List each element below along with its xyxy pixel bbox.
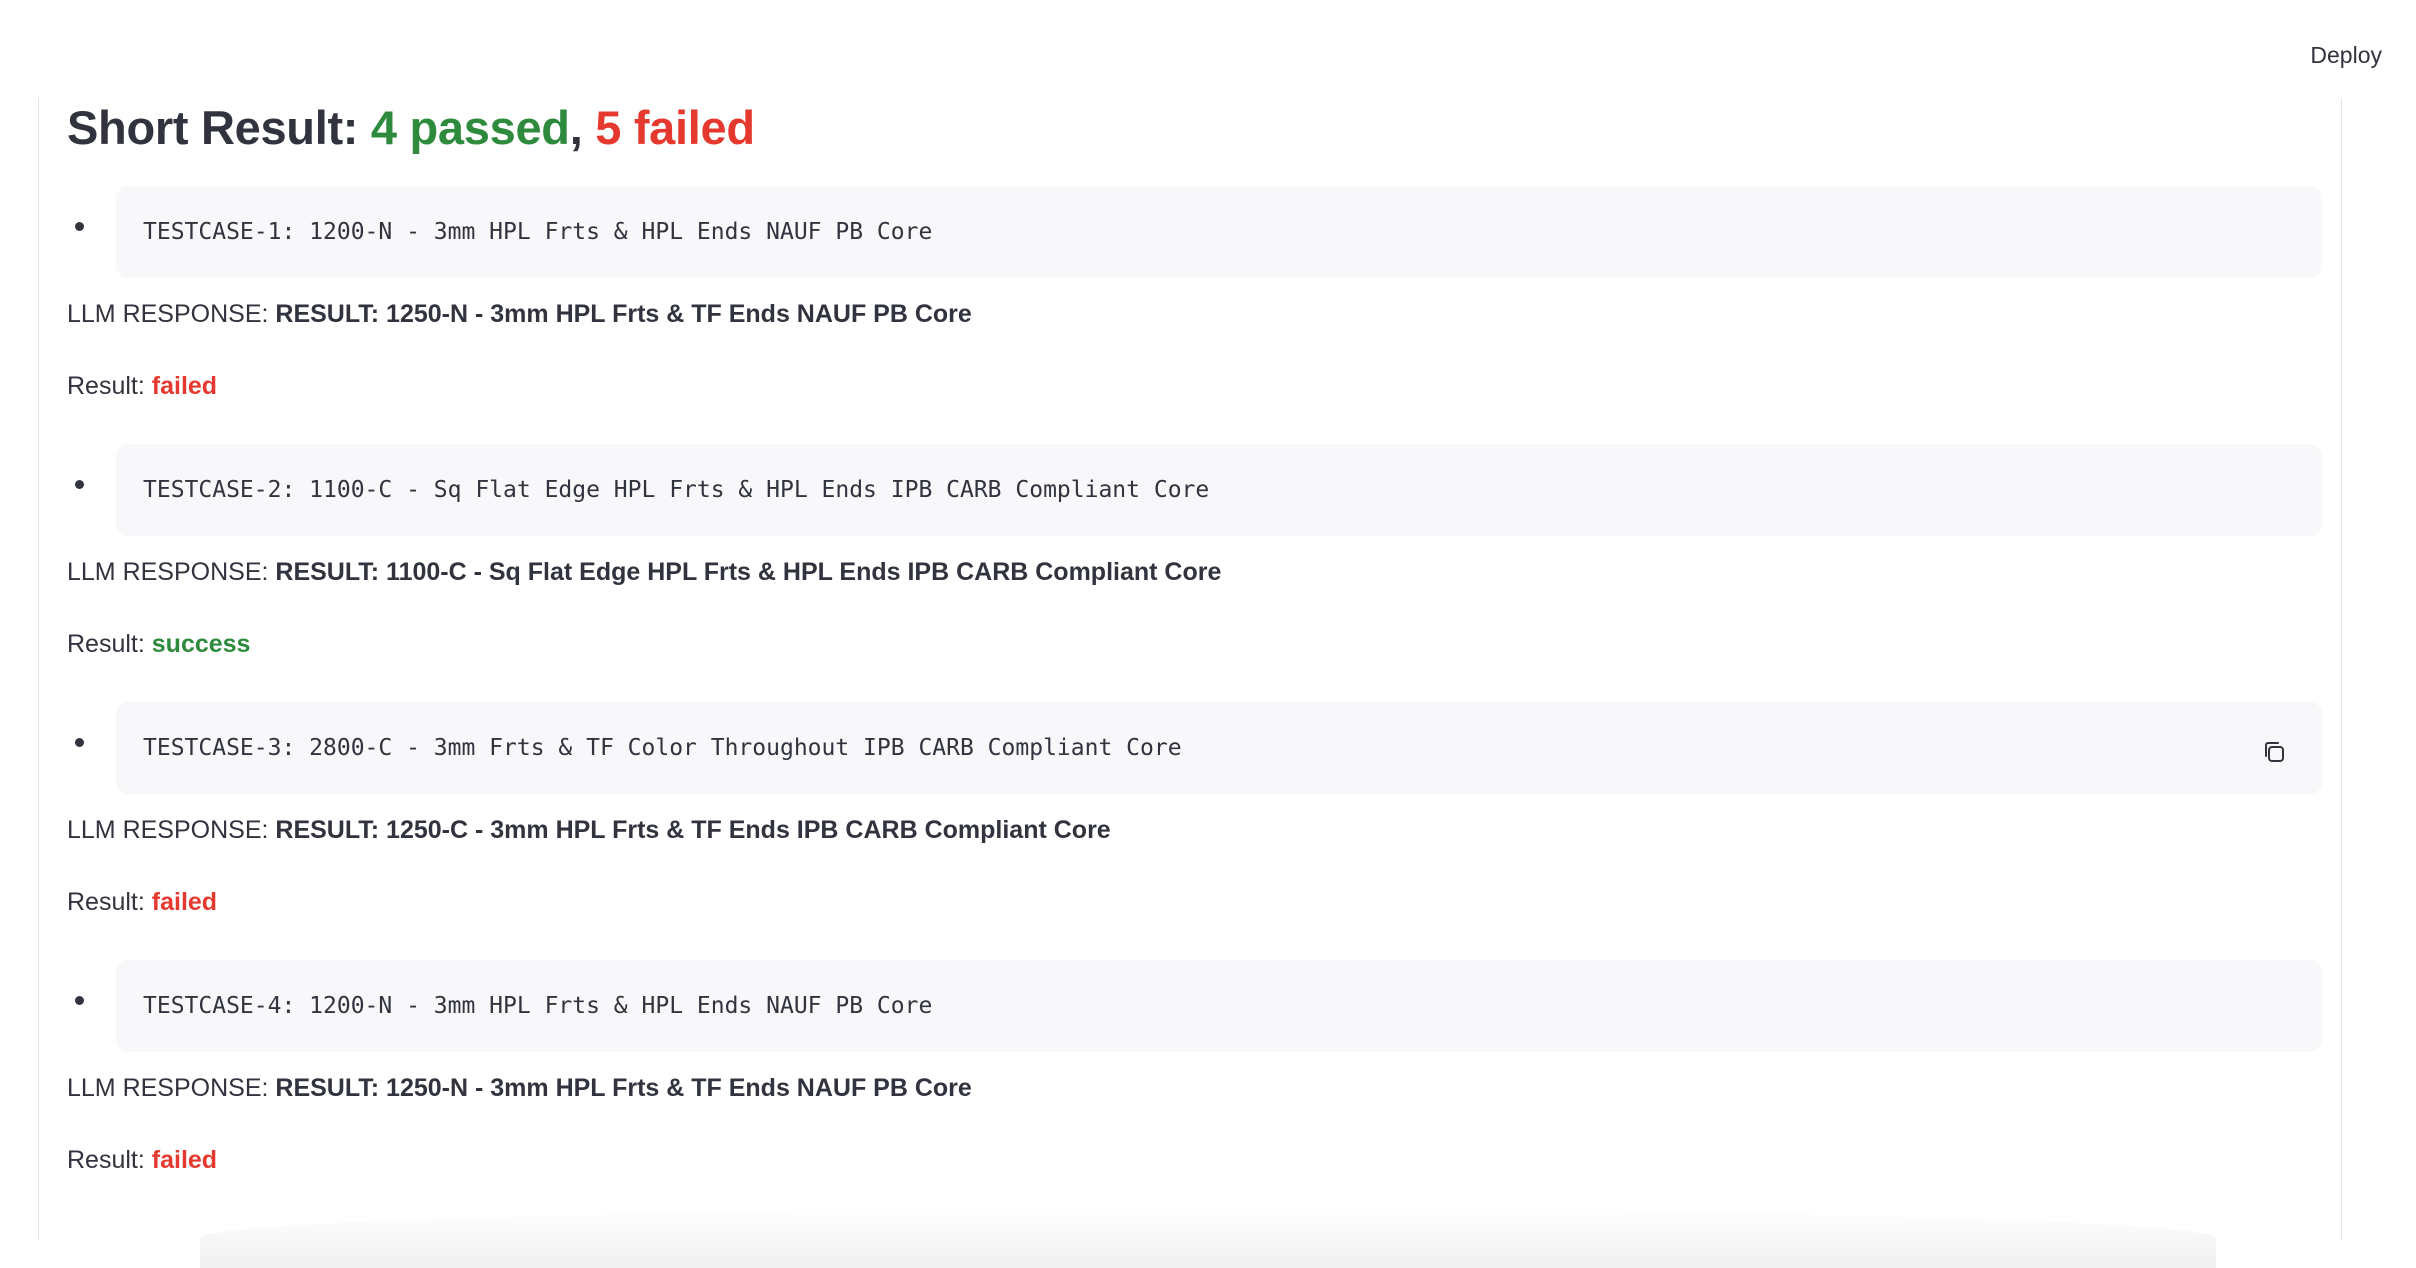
llm-response-label: LLM RESPONSE: <box>67 300 276 328</box>
llm-response-line: LLM RESPONSE: RESULT: 1100-C - Sq Flat E… <box>67 536 2323 608</box>
result-status: success <box>151 630 251 658</box>
llm-response-label: LLM RESPONSE: <box>67 1074 276 1102</box>
test-case-item: TESTCASE-3: 2800-C - 3mm Frts & TF Color… <box>67 702 2323 794</box>
test-case: TESTCASE-2: 1100-C - Sq Flat Edge HPL Fr… <box>67 444 2323 680</box>
code-block[interactable]: TESTCASE-3: 2800-C - 3mm Frts & TF Color… <box>116 702 2322 794</box>
test-case-item: TESTCASE-2: 1100-C - Sq Flat Edge HPL Fr… <box>67 444 2323 536</box>
short-result-heading: Short Result: 4 passed, 5 failed <box>67 92 2323 164</box>
code-block[interactable]: TESTCASE-1: 1200-N - 3mm HPL Frts & HPL … <box>116 186 2322 278</box>
llm-response-label: LLM RESPONSE: <box>67 816 276 844</box>
llm-response-value: RESULT: 1250-N - 3mm HPL Frts & TF Ends … <box>275 1074 972 1102</box>
llm-response-line: LLM RESPONSE: RESULT: 1250-C - 3mm HPL F… <box>67 794 2323 866</box>
result-label: Result: <box>67 888 152 916</box>
result-label: Result: <box>67 372 152 400</box>
test-case: TESTCASE-4: 1200-N - 3mm HPL Frts & HPL … <box>67 960 2323 1196</box>
llm-response-value: RESULT: 1100-C - Sq Flat Edge HPL Frts &… <box>275 558 1222 586</box>
result-status: failed <box>151 372 218 400</box>
bullet-point <box>75 222 84 231</box>
result-label: Result: <box>67 630 152 658</box>
result-line: Result: failed <box>67 350 2323 422</box>
summary-prefix: Short Result: <box>67 101 371 154</box>
deploy-button[interactable]: Deploy <box>2310 42 2382 69</box>
test-case: TESTCASE-3: 2800-C - 3mm Frts & TF Color… <box>67 702 2323 938</box>
llm-response-line: LLM RESPONSE: RESULT: 1250-N - 3mm HPL F… <box>67 278 2323 350</box>
failed-count: 5 failed <box>595 101 755 154</box>
llm-response-value: RESULT: 1250-N - 3mm HPL Frts & TF Ends … <box>275 300 972 328</box>
test-case: TESTCASE-1: 1200-N - 3mm HPL Frts & HPL … <box>67 186 2323 422</box>
result-line: Result: success <box>67 608 2323 680</box>
bottom-scroll-shadow <box>200 1208 2216 1268</box>
bullet-point <box>75 738 84 747</box>
result-line: Result: failed <box>67 866 2323 938</box>
llm-response-label: LLM RESPONSE: <box>67 558 276 586</box>
result-line: Result: failed <box>67 1124 2323 1196</box>
bullet-point <box>75 480 84 489</box>
result-status: failed <box>151 888 218 916</box>
result-status: failed <box>151 1146 218 1174</box>
passed-count: 4 passed <box>370 101 570 154</box>
bullet-point <box>75 996 84 1005</box>
main-content: Short Result: 4 passed, 5 failed TESTCAS… <box>67 92 2323 1196</box>
summary-separator: , <box>569 101 596 154</box>
code-block[interactable]: TESTCASE-2: 1100-C - Sq Flat Edge HPL Fr… <box>116 444 2322 536</box>
code-block[interactable]: TESTCASE-4: 1200-N - 3mm HPL Frts & HPL … <box>116 960 2322 1052</box>
test-case-item: TESTCASE-4: 1200-N - 3mm HPL Frts & HPL … <box>67 960 2323 1052</box>
llm-response-line: LLM RESPONSE: RESULT: 1250-N - 3mm HPL F… <box>67 1052 2323 1124</box>
llm-response-value: RESULT: 1250-C - 3mm HPL Frts & TF Ends … <box>275 816 1111 844</box>
test-case-item: TESTCASE-1: 1200-N - 3mm HPL Frts & HPL … <box>67 186 2323 278</box>
code-text: TESTCASE-3: 2800-C - 3mm Frts & TF Color… <box>143 735 1182 761</box>
copy-icon[interactable] <box>2260 738 2288 766</box>
result-label: Result: <box>67 1146 152 1174</box>
